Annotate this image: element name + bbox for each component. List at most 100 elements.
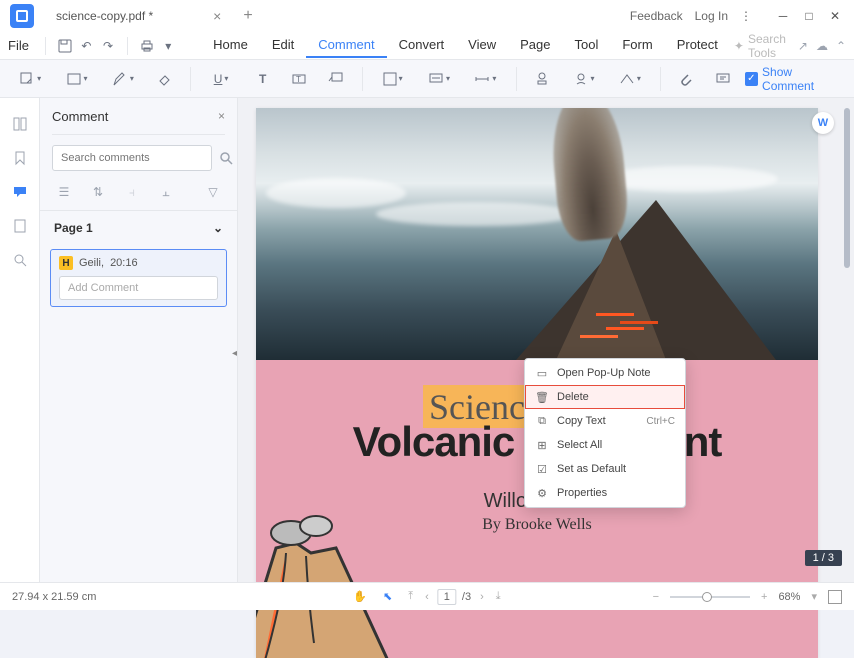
- select-all-icon: ⊞: [535, 438, 549, 452]
- share-icon[interactable]: ↗: [798, 39, 808, 53]
- fit-page-icon[interactable]: [828, 590, 842, 604]
- menu-protect[interactable]: Protect: [665, 33, 730, 58]
- scrollbar-thumb[interactable]: [844, 108, 850, 268]
- search-comments-input[interactable]: [52, 145, 212, 171]
- hand-tool-icon[interactable]: ✋: [350, 590, 370, 603]
- measure-tool[interactable]: ▾: [465, 65, 505, 93]
- callout-tool[interactable]: [321, 65, 352, 93]
- chevron-down-icon: ⌄: [213, 221, 223, 235]
- print-dropdown-icon[interactable]: ▾: [159, 35, 177, 57]
- ctx-set-default[interactable]: ☑ Set as Default: [525, 457, 685, 481]
- expand-all-icon[interactable]: ⫠: [156, 185, 176, 200]
- signature-tool[interactable]: ▾: [563, 65, 603, 93]
- collapse-handle-icon[interactable]: ◂: [232, 348, 237, 359]
- note-tool[interactable]: ▾: [10, 65, 50, 93]
- menubar: File ↶ ↷ ▾ Home Edit Comment Convert Vie…: [0, 32, 854, 60]
- ctx-copy-text[interactable]: ⧉ Copy Text Ctrl+C: [525, 409, 685, 433]
- stamp-tool[interactable]: ▾: [419, 65, 459, 93]
- filter-icon[interactable]: ▽: [203, 185, 223, 200]
- word-export-icon[interactable]: W: [812, 112, 834, 134]
- last-page-button[interactable]: ⤓: [493, 590, 504, 603]
- menu-tool[interactable]: Tool: [562, 33, 610, 58]
- stamp2-tool[interactable]: [527, 65, 558, 93]
- bookmarks-icon[interactable]: [8, 146, 32, 170]
- attachments-icon[interactable]: [8, 214, 32, 238]
- file-menu[interactable]: File: [8, 38, 29, 53]
- menu-page[interactable]: Page: [508, 33, 562, 58]
- new-tab-button[interactable]: +: [243, 7, 252, 25]
- search-tools[interactable]: ✦ Search Tools: [734, 32, 790, 60]
- document-tab[interactable]: science-copy.pdf * ×: [44, 2, 233, 30]
- menu-convert[interactable]: Convert: [387, 33, 457, 58]
- undo-icon[interactable]: ↶: [77, 35, 95, 57]
- textbox-tool[interactable]: T: [284, 65, 315, 93]
- shape-tool[interactable]: ▾: [373, 65, 413, 93]
- comments-icon[interactable]: [8, 180, 32, 204]
- vertical-scrollbar[interactable]: [844, 108, 852, 568]
- add-comment-input[interactable]: Add Comment: [59, 276, 218, 300]
- underline-tool[interactable]: U▾: [201, 65, 241, 93]
- hero-photo: [256, 108, 818, 360]
- save-icon[interactable]: [56, 35, 74, 57]
- feedback-link[interactable]: Feedback: [630, 9, 683, 23]
- menu-home[interactable]: Home: [201, 33, 260, 58]
- kebab-icon[interactable]: ⋮: [740, 9, 752, 23]
- distance-tool[interactable]: ▾: [610, 65, 650, 93]
- search-icon[interactable]: [218, 150, 234, 166]
- prev-page-button[interactable]: ‹: [422, 591, 432, 603]
- document-viewport[interactable]: ◂ Scienc Volcanic Experimnt Willow Cree …: [238, 98, 854, 582]
- cloud-icon[interactable]: ☁: [816, 39, 828, 53]
- zoom-in-button[interactable]: +: [758, 591, 770, 603]
- comment-card[interactable]: H Geili, 20:16 Add Comment: [50, 249, 227, 307]
- menu-comment[interactable]: Comment: [306, 33, 386, 58]
- ctx-select-all[interactable]: ⊞ Select All: [525, 433, 685, 457]
- login-link[interactable]: Log In: [695, 9, 728, 23]
- left-rail: [0, 98, 40, 582]
- comments-panel-tool[interactable]: [708, 65, 739, 93]
- collapse-ribbon-icon[interactable]: ⌃: [836, 39, 846, 53]
- minimize-button[interactable]: ─: [772, 5, 794, 27]
- highlight-tool[interactable]: ▾: [56, 65, 96, 93]
- trash-icon: 🗑: [535, 390, 549, 404]
- current-page-input[interactable]: 1: [438, 589, 456, 605]
- ctx-open-popup-note[interactable]: ▭ Open Pop-Up Note: [525, 361, 685, 385]
- menu-view[interactable]: View: [456, 33, 508, 58]
- search-rail-icon[interactable]: [8, 248, 32, 272]
- collapse-all-icon[interactable]: ⫞: [122, 185, 142, 200]
- zoom-out-button[interactable]: −: [650, 591, 662, 603]
- redo-icon[interactable]: ↷: [99, 35, 117, 57]
- page-section-header[interactable]: Page 1 ⌄: [40, 210, 237, 245]
- show-comment-toggle[interactable]: ✓ Show Comment: [745, 65, 844, 93]
- eraser-tool[interactable]: [149, 65, 180, 93]
- thumbnails-icon[interactable]: [8, 112, 32, 136]
- svg-text:T: T: [296, 75, 301, 84]
- zoom-level[interactable]: 68%: [778, 591, 800, 603]
- close-tab-icon[interactable]: ×: [213, 8, 221, 24]
- expand-icon[interactable]: ⇅: [88, 185, 108, 200]
- ctx-properties[interactable]: ⚙ Properties: [525, 481, 685, 505]
- first-page-button[interactable]: ⤒: [405, 590, 416, 603]
- close-sidebar-icon[interactable]: ×: [218, 109, 225, 123]
- context-menu: ▭ Open Pop-Up Note 🗑 Delete ⧉ Copy Text …: [524, 358, 686, 508]
- zoom-slider[interactable]: [670, 596, 750, 598]
- sort-icon[interactable]: ☰: [54, 185, 74, 200]
- attachment-tool[interactable]: [671, 65, 702, 93]
- zoom-dropdown-icon[interactable]: ▾: [808, 590, 820, 603]
- menu-form[interactable]: Form: [610, 33, 664, 58]
- maximize-button[interactable]: □: [798, 5, 820, 27]
- sidebar-title: Comment: [52, 109, 108, 124]
- select-tool-icon[interactable]: ⬉: [380, 590, 395, 603]
- pencil-tool[interactable]: ▾: [103, 65, 143, 93]
- text-tool[interactable]: T: [247, 65, 278, 93]
- print-icon[interactable]: [138, 35, 156, 57]
- next-page-button[interactable]: ›: [477, 591, 487, 603]
- menu-edit[interactable]: Edit: [260, 33, 306, 58]
- check-icon: ☑: [535, 462, 549, 476]
- close-window-button[interactable]: ✕: [824, 5, 846, 27]
- ctx-delete[interactable]: 🗑 Delete: [525, 385, 685, 409]
- magic-wand-icon: ✦: [734, 39, 744, 53]
- comment-author: Geili,: [79, 257, 104, 269]
- main-menu: Home Edit Comment Convert View Page Tool…: [201, 33, 730, 58]
- page-section-label: Page 1: [54, 221, 93, 235]
- checkbox-icon: ✓: [745, 72, 758, 86]
